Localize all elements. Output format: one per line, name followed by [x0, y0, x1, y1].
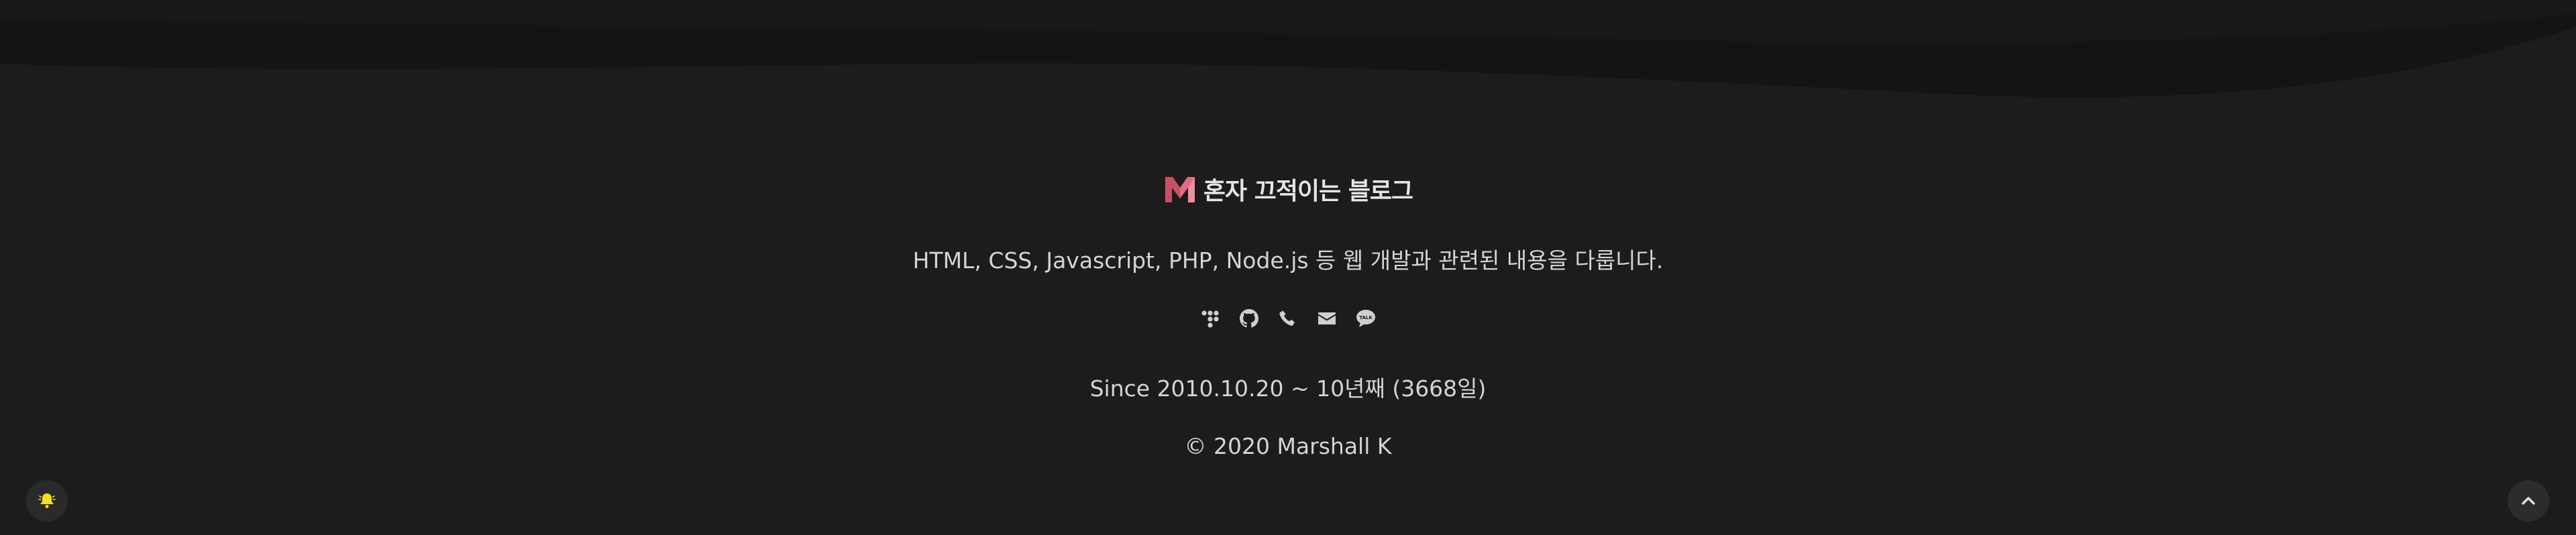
notification-button[interactable] [26, 480, 68, 522]
social-links: TALK [0, 307, 2576, 330]
svg-text:TALK: TALK [1359, 315, 1373, 320]
phone-icon[interactable] [1277, 307, 1299, 330]
since-text: Since 2010.10.20 ~ 10년째 (3668일) [1089, 375, 1487, 402]
m-logo-icon [1165, 177, 1195, 202]
chevron-up-icon [2522, 497, 2535, 505]
copyright-text: © 2020 Marshall K [1184, 433, 1392, 459]
blog-description: HTML, CSS, Javascript, PHP, Node.js 등 웹 … [912, 247, 1664, 274]
scroll-top-button[interactable] [2508, 480, 2549, 522]
site-footer: 혼자 끄적이는 블로그 HTML, CSS, Javascript, PHP, … [0, 0, 2576, 535]
github-icon[interactable] [1238, 307, 1260, 330]
bell-icon [38, 493, 56, 508]
mail-icon[interactable] [1316, 307, 1338, 330]
blog-title: 혼자 끄적이는 블로그 [1203, 178, 1413, 205]
tistory-icon[interactable] [1199, 307, 1222, 330]
kakaotalk-icon[interactable]: TALK [1354, 307, 1377, 330]
footer-logo[interactable]: 혼자 끄적이는 블로그 [0, 172, 2576, 206]
